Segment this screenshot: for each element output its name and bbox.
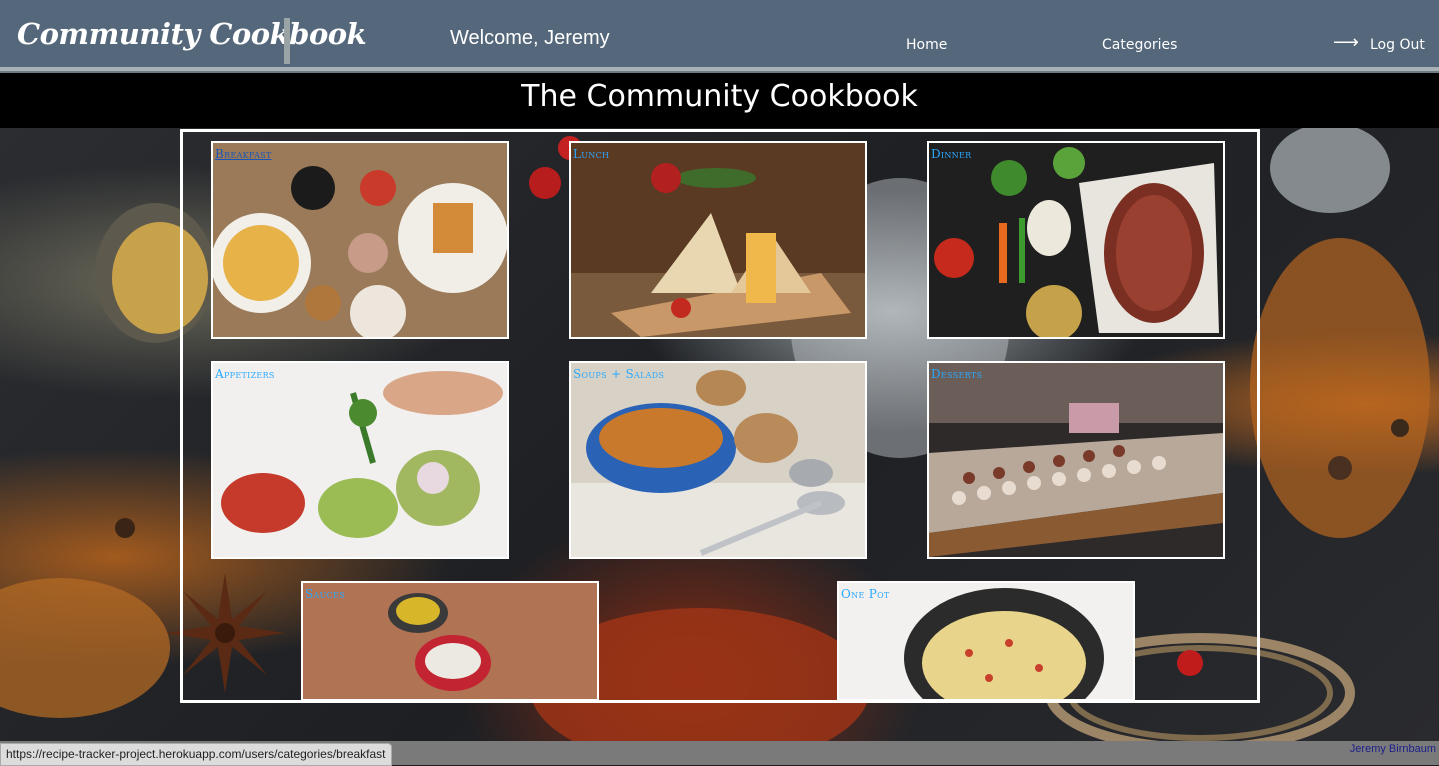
- dinner-image: [929, 143, 1223, 337]
- category-card-desserts[interactable]: Desserts: [927, 361, 1225, 559]
- category-card-soups-salads[interactable]: Soups + Salads: [569, 361, 867, 559]
- appetizers-image: [213, 363, 507, 557]
- category-label[interactable]: Sauces: [305, 587, 345, 601]
- welcome-message: Welcome, Jeremy: [450, 27, 610, 49]
- sauces-image: [303, 583, 597, 699]
- category-card-appetizers[interactable]: Appetizers: [211, 361, 509, 559]
- lunch-image: [571, 143, 865, 337]
- category-label[interactable]: One Pot: [841, 587, 890, 601]
- category-label[interactable]: Appetizers: [215, 367, 275, 381]
- arrow-right-icon[interactable]: ⟶: [1333, 32, 1359, 53]
- page-title: The Community Cookbook: [521, 79, 918, 114]
- nav-home-link[interactable]: Home: [906, 37, 947, 53]
- category-card-lunch[interactable]: Lunch: [569, 141, 867, 339]
- category-card-sauces[interactable]: Sauces: [301, 581, 599, 701]
- footer-author: Jeremy Birnbaum: [1349, 743, 1436, 755]
- category-card-breakfast[interactable]: Breakfast: [211, 141, 509, 339]
- logout-link[interactable]: Log Out: [1370, 37, 1425, 53]
- category-label[interactable]: Soups + Salads: [573, 367, 664, 381]
- category-label[interactable]: Breakfast: [215, 147, 272, 161]
- category-card-one-pot[interactable]: One Pot: [837, 581, 1135, 701]
- brand-logo[interactable]: Community Cookbook: [17, 17, 367, 51]
- browser-status-url: https://recipe-tracker-project.herokuapp…: [0, 743, 392, 766]
- breakfast-image: [213, 143, 507, 337]
- category-label[interactable]: Desserts: [931, 367, 982, 381]
- desserts-image: [929, 363, 1223, 557]
- brand-divider: [284, 18, 290, 64]
- category-label[interactable]: Lunch: [573, 147, 609, 161]
- nav-categories-link[interactable]: Categories: [1102, 37, 1177, 53]
- soups-salads-image: [571, 363, 865, 557]
- category-card-dinner[interactable]: Dinner: [927, 141, 1225, 339]
- category-label[interactable]: Dinner: [931, 147, 971, 161]
